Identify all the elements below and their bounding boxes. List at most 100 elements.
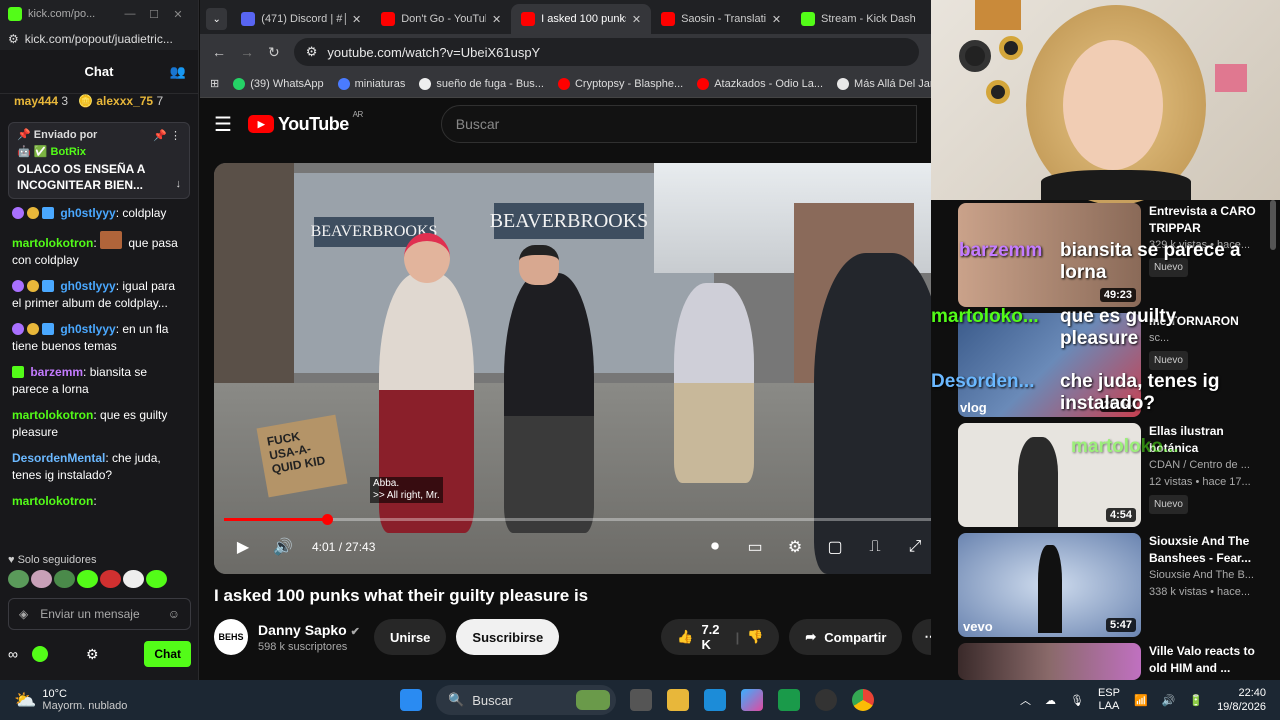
volume-icon[interactable]: 🔊	[272, 536, 294, 558]
emote-icon[interactable]	[146, 570, 167, 588]
channel-avatar[interactable]: BEHS	[214, 619, 249, 655]
video-thumbnail[interactable]	[958, 643, 1141, 680]
maximize-icon[interactable]: ☐	[142, 8, 166, 21]
channel-name[interactable]: Danny Sapko ✔	[258, 622, 364, 638]
video-thumbnail[interactable]: vevo 5:47	[958, 533, 1141, 637]
windows-start-icon[interactable]	[400, 689, 422, 711]
recommendation-title[interactable]: Entrevista a CARO TRIPPAR	[1149, 203, 1269, 237]
copilot-icon[interactable]	[741, 689, 763, 711]
microphone-icon[interactable]: 🎙	[1070, 694, 1084, 707]
emote-icon[interactable]	[54, 570, 75, 588]
language-indicator[interactable]: ESP LAA	[1098, 687, 1120, 713]
pin-menu-icon[interactable]: 📌 ⋮	[153, 129, 181, 142]
emote-icon[interactable]	[8, 570, 29, 588]
store-icon[interactable]	[704, 689, 726, 711]
chat-username[interactable]: gh0stlyyy	[60, 322, 115, 336]
emote-icon[interactable]	[31, 570, 52, 588]
chat-input[interactable]: ◈ Enviar un mensaje ☺	[8, 598, 191, 630]
emote-icon[interactable]	[123, 570, 144, 588]
file-explorer-icon[interactable]	[667, 689, 689, 711]
kick-url-bar[interactable]: ⚙ kick.com/popout/juadietric...	[0, 28, 198, 50]
wifi-icon[interactable]: 📶	[1134, 694, 1148, 707]
subtitles-icon[interactable]: ▭	[744, 536, 766, 558]
bookmark-cryptopsy[interactable]: Cryptopsy - Blasphe...	[557, 77, 683, 90]
forward-icon[interactable]: →	[240, 44, 254, 60]
bookmark-miniaturas[interactable]: miniaturas	[337, 77, 405, 90]
back-icon[interactable]: ←	[212, 44, 226, 60]
chat-username[interactable]: martolokotron	[12, 408, 93, 422]
dislike-icon[interactable]: 👎	[747, 629, 763, 645]
chrome-icon[interactable]	[852, 689, 874, 711]
play-icon[interactable]: ▶	[232, 536, 254, 558]
like-icon[interactable]: 👍	[677, 629, 693, 645]
address-bar[interactable]: ⚙ youtube.com/watch?v=UbeiX61uspY	[293, 38, 919, 66]
chat-button[interactable]: Chat	[144, 641, 191, 667]
weather-widget[interactable]: ⛅ 10°C Mayorm. nublado	[0, 688, 400, 712]
volume-tray-icon[interactable]: 🔊	[1162, 694, 1176, 707]
close-icon[interactable]: ✕	[166, 8, 190, 21]
fullscreen-icon[interactable]: ⤢	[904, 536, 926, 558]
emote-icon[interactable]	[100, 570, 121, 588]
task-view-icon[interactable]	[630, 689, 652, 711]
chat-username[interactable]: martolokotron	[12, 494, 93, 508]
recommendation-title[interactable]: Siouxsie And The Banshees - Fear...	[1149, 533, 1269, 567]
video-player[interactable]: BEAVERBROOKS BEAVERBROOKS FUCK USA-A-QUI…	[214, 163, 931, 574]
search-input[interactable]: Buscar	[440, 105, 917, 143]
youtube-logo[interactable]: ▶ YouTube AR	[247, 110, 363, 135]
reload-icon[interactable]: ↻	[268, 44, 280, 61]
tab-kick-dashboard[interactable]: Stream - Kick Dash	[791, 4, 931, 34]
share-button[interactable]: ➦ Compartir	[789, 619, 903, 655]
bookmark-atazkados[interactable]: Atazkados - Odio La...	[697, 77, 823, 90]
close-tab-icon[interactable]: ✕	[772, 13, 781, 26]
users-icon[interactable]: 👥	[170, 64, 186, 80]
recommendation-item[interactable]: vevo 5:47 Siouxsie And The Banshees - Fea…	[958, 533, 1269, 637]
recommendation-title[interactable]: Ville Valo reacts to old HIM and ...	[1149, 643, 1269, 677]
tab-active-video[interactable]: I asked 100 punks ✕	[511, 4, 652, 34]
bookmark-whatsapp[interactable]: (39) WhatsApp	[233, 77, 324, 90]
close-tab-icon[interactable]: ✕	[632, 13, 641, 26]
tab-dont-go[interactable]: Don't Go - YouTube✕	[371, 4, 511, 34]
close-tab-icon[interactable]: ✕	[492, 13, 501, 26]
theater-mode-icon[interactable]: ▢	[824, 536, 846, 558]
close-tab-icon[interactable]: ✕	[352, 13, 361, 26]
chat-username[interactable]: gh0stlyyy	[60, 206, 115, 220]
obs-icon[interactable]	[815, 689, 837, 711]
chat-username[interactable]: gh0stlyyy	[60, 279, 115, 293]
site-settings-icon[interactable]: ⚙	[8, 32, 19, 46]
tab-search-icon[interactable]: ⌄	[206, 8, 228, 30]
infinity-icon[interactable]: ∞	[8, 646, 18, 662]
pinned-user[interactable]: 🤖 ✅ BotRix	[17, 145, 181, 158]
join-button[interactable]: Unirse	[373, 619, 447, 655]
taskbar-search[interactable]: 🔍 Buscar	[436, 685, 616, 715]
emote-icon[interactable]	[77, 570, 98, 588]
leaderboard-item[interactable]: may444 3	[14, 94, 68, 112]
tab-discord[interactable]: (471) Discord | #│r ✕	[231, 4, 371, 34]
chat-username[interactable]: DesordenMental	[12, 451, 105, 465]
site-info-icon[interactable]: ⚙	[306, 44, 318, 60]
cast-icon[interactable]: ⎍	[864, 536, 886, 558]
battery-icon[interactable]: 🔋	[1189, 694, 1203, 707]
chat-username[interactable]: barzemm	[30, 365, 83, 379]
excel-icon[interactable]	[778, 689, 800, 711]
more-actions-icon[interactable]: ⋯	[912, 619, 931, 655]
scrubber-handle[interactable]	[321, 514, 333, 525]
recommendation-item[interactable]: Ville Valo reacts to old HIM and ...	[958, 643, 1269, 680]
onedrive-icon[interactable]: ☁	[1045, 694, 1056, 707]
progress-bar[interactable]	[224, 514, 931, 525]
pinned-message[interactable]: 📌 Enviado por 🤖 ✅ BotRix OLACO OS ENSEÑA…	[8, 122, 190, 199]
tray-chevron-icon[interactable]: ︿	[1020, 692, 1031, 708]
expand-pin-icon[interactable]: ↓	[176, 178, 182, 190]
kick-logo-icon[interactable]	[31, 646, 48, 662]
emoji-icon[interactable]: ☺	[168, 607, 180, 621]
clock[interactable]: 22:40 19/8/2026	[1217, 686, 1266, 714]
chat-username[interactable]: martolokotron	[12, 236, 93, 250]
apps-icon[interactable]: ⊞	[210, 77, 219, 90]
bookmark-mas-alla[interactable]: Más Allá Del Jardín...	[837, 77, 931, 90]
autoplay-toggle-icon[interactable]: ⏺	[704, 536, 726, 558]
menu-icon[interactable]: ☰	[214, 112, 232, 137]
scrollbar[interactable]	[1270, 200, 1276, 250]
bookmark-sueno[interactable]: sueño de fuga - Bus...	[419, 77, 544, 90]
minimize-icon[interactable]: —	[118, 8, 142, 20]
leaderboard-item[interactable]: 🪙 alexxx_75 7	[78, 94, 163, 112]
tab-saosin[interactable]: Saosin - Translating✕	[651, 4, 791, 34]
